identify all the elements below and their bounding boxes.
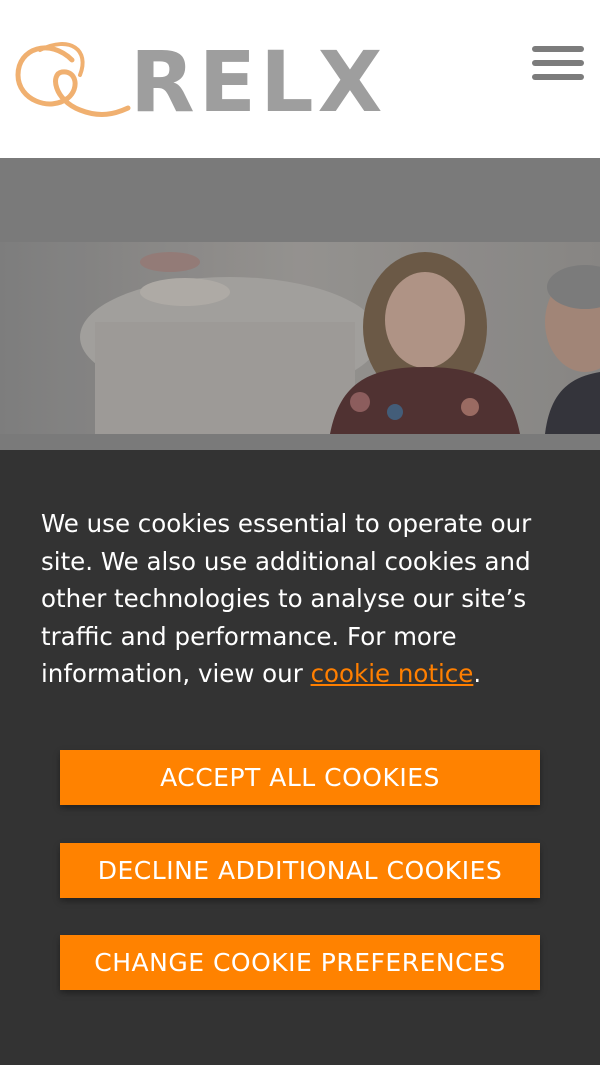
logo-wordmark: RELX — [130, 33, 387, 131]
relx-ampersand-mark-icon — [15, 42, 131, 117]
site-header: RELX — [0, 0, 600, 158]
hamburger-menu-icon[interactable] — [532, 46, 586, 84]
hero-banner — [0, 158, 600, 450]
cookie-message: We use cookies essential to operate our … — [41, 505, 561, 693]
accept-all-cookies-button[interactable]: ACCEPT ALL COOKIES — [60, 750, 540, 805]
relx-logo[interactable]: RELX — [10, 30, 382, 130]
decline-additional-cookies-button[interactable]: DECLINE ADDITIONAL COOKIES — [60, 843, 540, 898]
cookie-consent-banner: We use cookies essential to operate our … — [0, 450, 600, 1065]
cookie-message-end: . — [473, 659, 482, 688]
change-cookie-preferences-button[interactable]: CHANGE COOKIE PREFERENCES — [60, 935, 540, 990]
cookie-notice-link[interactable]: cookie notice — [311, 659, 474, 688]
hero-photo — [0, 242, 600, 434]
